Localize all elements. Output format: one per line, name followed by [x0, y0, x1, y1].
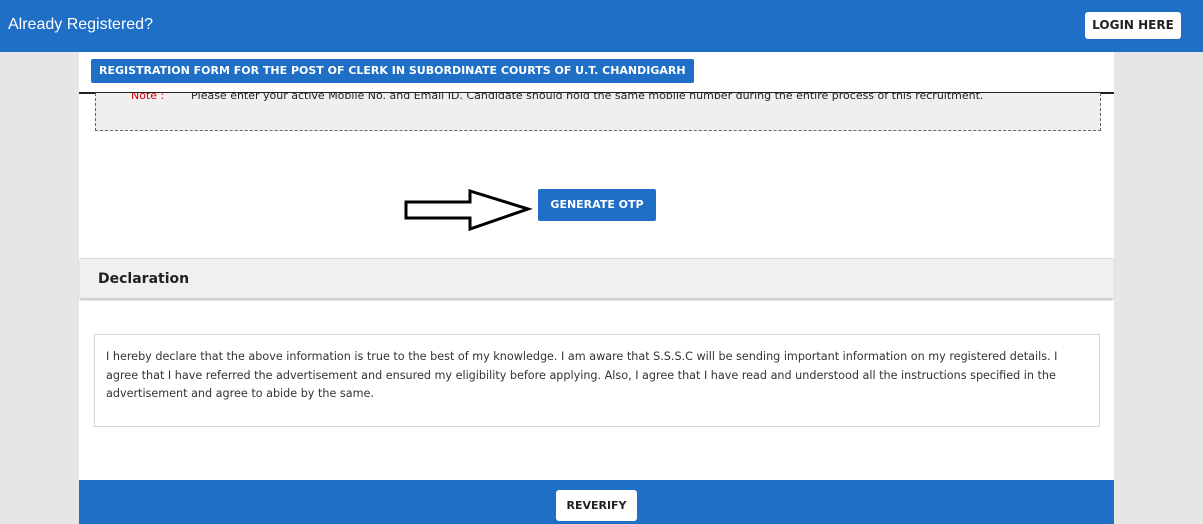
- form-title: REGISTRATION FORM FOR THE POST OF CLERK …: [91, 59, 694, 83]
- note-text: Please enter your active Mobile No. and …: [191, 93, 984, 102]
- note-box: Note : Please enter your active Mobile N…: [95, 93, 1101, 131]
- left-gutter: [0, 52, 79, 524]
- login-button[interactable]: LOGIN HERE: [1085, 12, 1181, 39]
- reverify-button[interactable]: REVERIFY: [556, 490, 637, 521]
- declaration-text: I hereby declare that the above informat…: [106, 350, 1058, 400]
- declaration-header: Declaration: [80, 258, 1113, 299]
- declaration-box: I hereby declare that the above informat…: [94, 334, 1100, 427]
- page-title: Already Registered?: [8, 16, 153, 33]
- form-title-bar: REGISTRATION FORM FOR THE POST OF CLERK …: [79, 52, 1114, 94]
- generate-otp-button[interactable]: GENERATE OTP: [538, 189, 656, 221]
- footer-bar: REVERIFY: [79, 480, 1114, 524]
- right-arrow-icon: [404, 188, 533, 232]
- top-bar: Already Registered? LOGIN HERE: [0, 0, 1203, 52]
- note-label: Note :: [131, 93, 165, 102]
- declaration-title: Declaration: [98, 271, 190, 287]
- right-gutter: [1114, 52, 1203, 524]
